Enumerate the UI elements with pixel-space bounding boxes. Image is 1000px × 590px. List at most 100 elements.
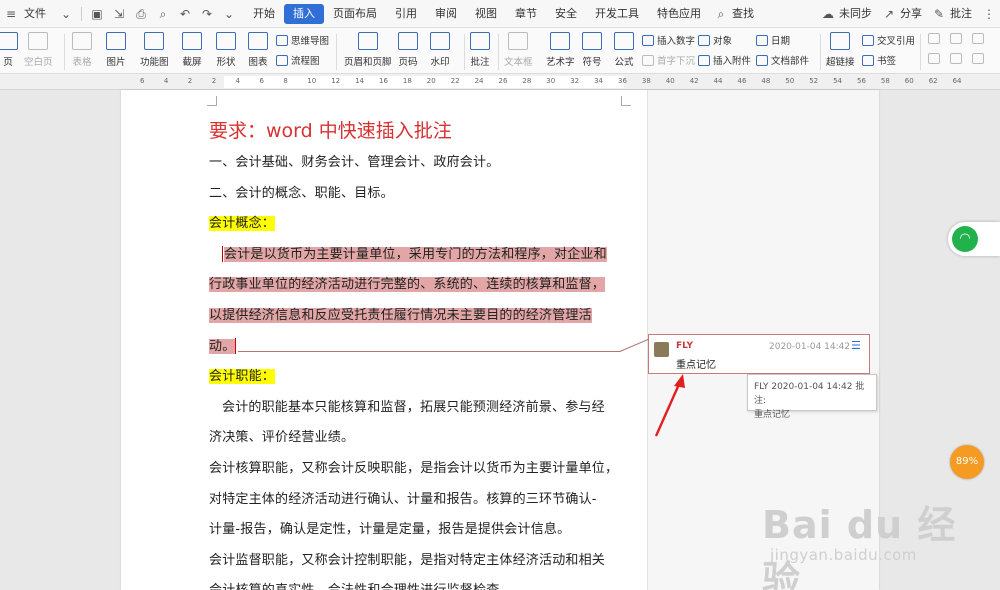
comment-menu-icon[interactable]: ☰ (851, 340, 865, 351)
shape-button[interactable]: 形状 (216, 32, 236, 68)
layout-icon-button[interactable] (928, 53, 943, 64)
comment-button[interactable]: 批注 (950, 4, 978, 24)
commented-text[interactable]: 以提供经济信息和反应受托责任履行情况未主要目的的经济管理活 (209, 307, 592, 323)
layout-icon-button[interactable] (950, 33, 965, 44)
mindmap-icon (276, 34, 288, 46)
object-button[interactable]: 对象 (698, 33, 732, 47)
heading-function: 会计职能： (209, 369, 276, 385)
tab-page-layout[interactable]: 页面布局 (324, 4, 386, 24)
tab-insert[interactable]: 插入 (284, 3, 324, 24)
share-button[interactable]: 分享 (900, 4, 928, 24)
hyperlink-button[interactable]: 超链接 (826, 32, 855, 68)
tab-view[interactable]: 视图 (466, 4, 506, 24)
layout-icon-button[interactable] (972, 53, 987, 64)
search-icon[interactable]: ⌕ (714, 7, 728, 21)
tab-review[interactable]: 审阅 (426, 4, 466, 24)
screenshot-button[interactable]: 截屏 (182, 32, 202, 68)
horizontal-ruler[interactable]: 6 4 2 2 4 6 8 10 12 14 16 18 20 22 24 26 28 30 32 34 36 38 40 4… (0, 74, 1000, 90)
commented-text[interactable]: 会计是以货币为主要计量单位，采用专门的方法和程序，对企业和 (224, 246, 607, 262)
commented-text[interactable]: 动。 (209, 338, 236, 354)
layout-icon-button[interactable] (972, 33, 987, 44)
image-icon (106, 32, 126, 50)
blank-page-button[interactable]: 空白页 (24, 32, 53, 68)
tab-special-apps[interactable]: 特色应用 (648, 4, 710, 24)
mindmap-button[interactable]: 思维导图 (276, 33, 329, 47)
ruler-tick-label: 18 (402, 77, 412, 85)
wifi-widget[interactable]: ◠ (948, 222, 1000, 256)
layout-icon-button[interactable] (950, 53, 965, 64)
page-number-button[interactable]: 页码 (398, 32, 418, 68)
table-button[interactable]: 表格 (72, 32, 92, 68)
tab-developer[interactable]: 开发工具 (586, 4, 648, 24)
comment-anchor-end (235, 338, 237, 355)
print-icon[interactable]: ⎙ (134, 7, 148, 21)
doc-part-button[interactable]: 文档部件 (756, 53, 809, 67)
print-preview-icon[interactable]: ⌕ (156, 7, 170, 21)
ruler-tick-label: 26 (498, 77, 508, 85)
divider (498, 34, 499, 70)
document-content[interactable]: 要求：word 中快速插入批注 一、会计基础、财务会计、管理会计、政府会计。 二… (209, 118, 621, 590)
ruler-tick-label: 16 (379, 77, 388, 85)
insert-attachment-button[interactable]: 插入附件 (698, 53, 751, 67)
ruler-tick-label: 56 (857, 77, 866, 85)
date-button[interactable]: 日期 (756, 33, 790, 47)
ruler-tick-label: 2 (187, 77, 193, 85)
drop-cap-button[interactable]: 首字下沉 (642, 53, 695, 67)
link-icon (830, 32, 851, 50)
speed-widget[interactable]: 89% (948, 444, 1000, 480)
menu-icon[interactable]: ≡ (4, 7, 18, 21)
textbox-button[interactable]: 文本框 (504, 32, 533, 68)
image-button[interactable]: 图片 (106, 32, 126, 68)
ruler-tick-label: 46 (737, 77, 747, 85)
comment-balloon[interactable]: FLY 2020-01-04 14:42 ☰ 重点记忆 (648, 334, 870, 374)
chevron-down-icon[interactable]: ⌄ (59, 7, 73, 21)
paragraph-line: 会计的职能基本只能核算和监督，拓展只能预测经济前景、参与经 (222, 399, 605, 415)
paragraph-line: 会计核算的真实性、合法性和合理性进行监督检查 (209, 576, 621, 590)
insert-number-button[interactable]: 插入数字 (642, 33, 695, 47)
symbol-button[interactable]: 符号 (582, 32, 602, 68)
export-pdf-icon[interactable]: ⇲ (112, 7, 126, 21)
save-icon[interactable]: ▣ (90, 7, 104, 21)
functional-chart-button[interactable]: 功能图 (140, 32, 169, 68)
divider (464, 34, 465, 70)
chevron-down-icon[interactable]: ⌄ (222, 7, 236, 21)
ruler-tick-label: 40 (665, 77, 675, 85)
tab-home[interactable]: 开始 (244, 4, 284, 24)
undo-icon[interactable]: ↶ (178, 7, 192, 21)
bookmark-icon (862, 54, 874, 66)
art-text-icon (550, 32, 571, 50)
file-menu[interactable]: 文件 (22, 4, 55, 24)
formula-button[interactable]: 公式 (614, 32, 634, 68)
redo-icon[interactable]: ↷ (200, 7, 214, 21)
tooltip-header: FLY 2020-01-04 14:42 批注: (754, 382, 865, 406)
comment-text[interactable]: 重点记忆 (676, 356, 716, 371)
watermark-button[interactable]: 水印 (430, 32, 450, 68)
ruler-tick-label: 30 (546, 77, 556, 85)
art-text-button[interactable]: 艺术字 (546, 32, 575, 68)
divider (81, 6, 82, 21)
header-footer-button[interactable]: 页眉和页脚 (344, 32, 392, 68)
sync-status[interactable]: 未同步 (839, 4, 878, 24)
paragraph-line: 计量-报告，确认是定性，计量是定量，报告是提供会计信息。 (209, 522, 571, 538)
flowchart-button[interactable]: 流程图 (276, 53, 320, 67)
ruler-tick-label: 4 (235, 77, 241, 85)
cross-ref-button[interactable]: 交叉引用 (862, 33, 915, 47)
search-button[interactable]: 查找 (732, 4, 763, 24)
comment-connector-diagonal (619, 338, 650, 352)
more-icon[interactable]: ⋮ (982, 7, 996, 21)
comment-insert-button[interactable]: 批注 (470, 32, 490, 68)
margin-corner-mark (207, 96, 217, 106)
tab-references[interactable]: 引用 (386, 4, 426, 24)
wifi-icon: ◠ (952, 226, 978, 252)
layout-icon-button[interactable] (928, 33, 943, 44)
page-button[interactable]: 页 (0, 32, 18, 68)
date-icon (756, 34, 768, 46)
tab-security[interactable]: 安全 (546, 4, 586, 24)
paragraph-line: 一、会计基础、财务会计、管理会计、政府会计。 (209, 155, 500, 170)
tab-chapter[interactable]: 章节 (506, 4, 546, 24)
paragraph-line: 会计监督职能，又称会计控制职能，是指对特定主体经济活动和相关 (209, 552, 606, 568)
commented-text[interactable]: 行政事业单位的经济活动进行完整的、系统的、连续的核算和监督， (209, 277, 606, 293)
bookmark-button[interactable]: 书签 (862, 53, 896, 67)
chart-button[interactable]: 图表 (248, 32, 268, 68)
object-icon (698, 34, 710, 46)
